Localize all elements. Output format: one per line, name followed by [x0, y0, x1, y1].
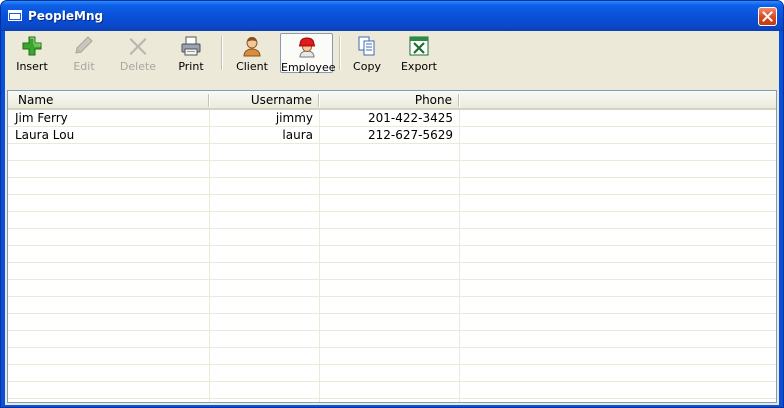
cell-name: Jim Ferry [15, 111, 68, 125]
toolbar-separator [221, 36, 223, 70]
employee-label: Employee [281, 61, 336, 74]
pencil-icon [75, 36, 93, 54]
cell-username: jimmy [275, 111, 313, 125]
edit-label: Edit [73, 60, 95, 73]
table-row[interactable]: Jim Ferry jimmy 201-422-3425 [8, 110, 776, 127]
window-title: PeopleMng [28, 9, 104, 23]
employee-button[interactable]: Employee [280, 33, 336, 74]
column-header-username[interactable]: Username [222, 93, 312, 107]
plus-icon [22, 36, 42, 56]
column-divider[interactable] [208, 94, 210, 107]
delete-x-icon [129, 38, 147, 55]
list-header: Name Username Phone [8, 91, 776, 110]
print-button[interactable]: Print [171, 33, 211, 73]
client-area: Insert Edit Delete Print Client Employee… [5, 31, 779, 405]
toolbar: Insert Edit Delete Print Client Employee… [5, 31, 779, 91]
column-header-name[interactable]: Name [18, 93, 53, 107]
column-divider[interactable] [318, 94, 320, 107]
employee-hardhat-icon [298, 37, 315, 58]
title-bar[interactable]: PeopleMng [1, 1, 783, 31]
window-icon [8, 10, 22, 21]
client-button[interactable]: Client [231, 33, 273, 73]
copy-icon [358, 36, 375, 56]
printer-icon [181, 36, 201, 56]
client-label: Client [236, 60, 268, 73]
excel-icon [409, 36, 429, 56]
cell-phone: 201-422-3425 [367, 111, 453, 125]
delete-button[interactable]: Delete [115, 33, 161, 73]
cell-phone: 212-627-5629 [367, 128, 453, 142]
people-list[interactable]: Name Username Phone Jim Ferry jimmy 201-… [7, 90, 777, 403]
copy-button[interactable]: Copy [349, 33, 385, 73]
delete-label: Delete [119, 60, 157, 73]
cell-username: laura [282, 128, 313, 142]
close-icon [762, 11, 773, 22]
column-header-phone[interactable]: Phone [358, 93, 452, 107]
table-row[interactable]: Laura Lou laura 212-627-5629 [8, 127, 776, 144]
insert-label: Insert [16, 60, 48, 73]
app-window: PeopleMng Insert Edit Delete Print Clien… [0, 0, 784, 408]
client-person-icon [243, 37, 261, 57]
print-label: Print [178, 60, 204, 73]
edit-button[interactable]: Edit [63, 33, 105, 73]
insert-button[interactable]: Insert [11, 33, 53, 73]
toolbar-separator [339, 36, 341, 70]
copy-label: Copy [353, 60, 381, 73]
close-button[interactable] [758, 7, 777, 26]
column-divider[interactable] [458, 94, 460, 107]
grid-lines [8, 110, 776, 402]
export-button[interactable]: Export [398, 33, 440, 73]
cell-name: Laura Lou [15, 128, 75, 142]
export-label: Export [400, 60, 437, 73]
